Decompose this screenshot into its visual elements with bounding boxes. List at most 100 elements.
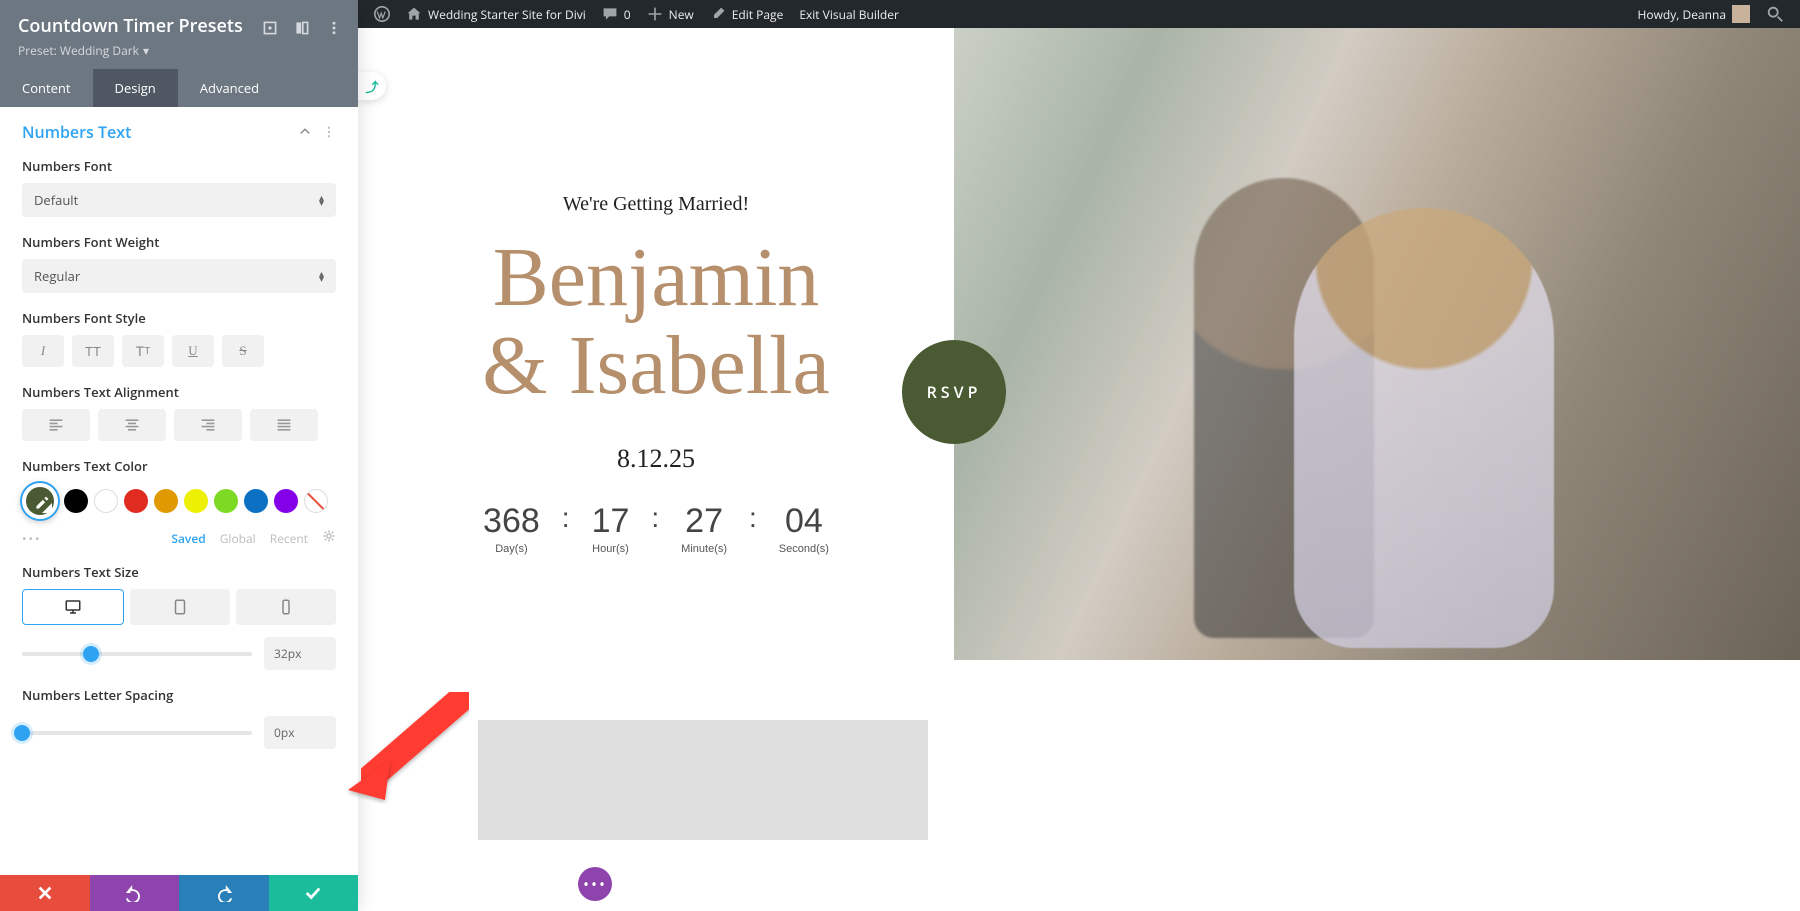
- pretitle: We're Getting Married!: [563, 193, 749, 216]
- builder-fab[interactable]: •••: [578, 867, 612, 901]
- wp-logo[interactable]: [366, 0, 398, 28]
- align-justify[interactable]: [250, 409, 318, 441]
- align-center[interactable]: [98, 409, 166, 441]
- device-tablet[interactable]: [130, 589, 230, 625]
- admin-search[interactable]: [1758, 0, 1792, 28]
- field-numbers-font: Numbers Font Default ▴▾: [22, 157, 336, 217]
- select-numbers-font[interactable]: Default ▴▾: [22, 183, 336, 217]
- align-left[interactable]: [22, 409, 90, 441]
- countdown-timer: 368 Day(s) : 17 Hour(s) : 27 Minute(s) :…: [483, 502, 829, 555]
- exit-vb-label: Exit Visual Builder: [799, 6, 899, 23]
- spacing-slider[interactable]: [22, 731, 252, 735]
- field-text-alignment: Numbers Text Alignment: [22, 383, 336, 441]
- my-account[interactable]: Howdy, Deanna: [1630, 0, 1758, 28]
- edit-page-label: Edit Page: [732, 6, 784, 23]
- label-text-color: Numbers Text Color: [22, 457, 336, 475]
- spacing-value[interactable]: 0px: [264, 716, 336, 749]
- howdy-text: Howdy, Deanna: [1638, 6, 1726, 23]
- style-underline[interactable]: U: [172, 335, 214, 367]
- swatch-orange[interactable]: [154, 489, 178, 513]
- new-content[interactable]: New: [639, 0, 702, 28]
- settings-panel: Countdown Timer Presets Preset: Wedding …: [0, 0, 358, 911]
- field-text-color: Numbers Text Color ••• Saved Global: [22, 457, 336, 547]
- chevron-down-icon: ▾: [143, 42, 149, 59]
- swatch-green[interactable]: [214, 489, 238, 513]
- countdown-seconds: 04 Second(s): [779, 502, 829, 555]
- map-placeholder: [478, 720, 928, 840]
- select-value: Default: [34, 191, 78, 209]
- style-italic[interactable]: I: [22, 335, 64, 367]
- size-slider[interactable]: [22, 652, 252, 656]
- field-letter-spacing: Numbers Letter Spacing 0px: [22, 686, 336, 749]
- preset-selector[interactable]: Preset: Wedding Dark ▾: [18, 42, 340, 59]
- group-more-icon[interactable]: [322, 125, 336, 139]
- colors-recent[interactable]: Recent: [270, 530, 308, 547]
- name-line-2: & Isabella: [482, 319, 830, 412]
- edit-page[interactable]: Edit Page: [702, 0, 792, 28]
- label-letter-spacing: Numbers Letter Spacing: [22, 686, 336, 704]
- slider-thumb[interactable]: [83, 646, 99, 662]
- collapse-icon[interactable]: [298, 125, 312, 139]
- color-sub-tabs: ••• Saved Global Recent: [22, 529, 336, 547]
- swatch-yellow[interactable]: [184, 489, 208, 513]
- tab-design[interactable]: Design: [93, 69, 178, 107]
- preview-canvas: We're Getting Married! Benjamin & Isabel…: [358, 28, 1800, 911]
- select-value: Regular: [34, 267, 80, 285]
- field-numbers-font-style: Numbers Font Style I TT TT U S: [22, 309, 336, 367]
- avatar: [1732, 5, 1750, 23]
- tab-advanced[interactable]: Advanced: [178, 69, 281, 107]
- align-right[interactable]: [174, 409, 242, 441]
- swatch-black[interactable]: [64, 489, 88, 513]
- select-font-weight[interactable]: Regular ▴▾: [22, 259, 336, 293]
- swatch-white[interactable]: [94, 489, 118, 513]
- redo-button[interactable]: [179, 875, 269, 911]
- hero-section: We're Getting Married! Benjamin & Isabel…: [358, 28, 1800, 660]
- countdown-hours: 17 Hour(s): [592, 502, 630, 555]
- snap-icon[interactable]: [288, 14, 316, 42]
- rsvp-button[interactable]: RSVP: [902, 340, 1006, 444]
- below-hero: [358, 660, 1800, 840]
- comments-count: 0: [624, 6, 631, 23]
- color-swatches: [22, 483, 336, 519]
- new-label: New: [669, 6, 694, 23]
- colors-saved[interactable]: Saved: [171, 530, 205, 547]
- site-name-text: Wedding Starter Site for Divi: [428, 6, 586, 23]
- panel-drag-handle[interactable]: ⤴: [358, 72, 386, 100]
- swatch-blue[interactable]: [244, 489, 268, 513]
- panel-header: Countdown Timer Presets Preset: Wedding …: [0, 0, 358, 69]
- preset-label: Preset: Wedding Dark: [18, 42, 139, 59]
- save-button[interactable]: [269, 875, 359, 911]
- device-desktop[interactable]: [22, 589, 124, 625]
- style-smallcaps[interactable]: TT: [122, 335, 164, 367]
- tab-content[interactable]: Content: [0, 69, 93, 107]
- undo-button[interactable]: [90, 875, 180, 911]
- label-alignment: Numbers Text Alignment: [22, 383, 336, 401]
- updown-icon: ▴▾: [319, 271, 324, 281]
- wedding-date: 8.12.25: [617, 444, 695, 474]
- swatch-none[interactable]: [304, 489, 328, 513]
- swatch-red[interactable]: [124, 489, 148, 513]
- exit-visual-builder[interactable]: Exit Visual Builder: [791, 0, 907, 28]
- colors-global[interactable]: Global: [220, 530, 256, 547]
- couple-names: Benjamin & Isabella: [482, 234, 830, 410]
- label-font-style: Numbers Font Style: [22, 309, 336, 327]
- swatch-purple[interactable]: [274, 489, 298, 513]
- site-name[interactable]: Wedding Starter Site for Divi: [398, 0, 594, 28]
- color-picker[interactable]: [22, 483, 58, 519]
- group-header[interactable]: Numbers Text: [22, 121, 336, 143]
- more-icon[interactable]: [320, 14, 348, 42]
- label-numbers-font: Numbers Font: [22, 157, 336, 175]
- panel-footer: [0, 875, 358, 911]
- style-strikethrough[interactable]: S: [222, 335, 264, 367]
- slider-thumb[interactable]: [14, 725, 30, 741]
- wp-admin-bar: Wedding Starter Site for Divi 0 New Edit…: [358, 0, 1800, 28]
- expand-icon[interactable]: [256, 14, 284, 42]
- style-uppercase[interactable]: TT: [72, 335, 114, 367]
- cancel-button[interactable]: [0, 875, 90, 911]
- comments[interactable]: 0: [594, 0, 639, 28]
- size-value[interactable]: 32px: [264, 637, 336, 670]
- colors-settings-icon[interactable]: [322, 529, 336, 547]
- name-line-1: Benjamin: [493, 231, 820, 324]
- device-phone[interactable]: [236, 589, 336, 625]
- palette-more-icon[interactable]: •••: [22, 530, 42, 547]
